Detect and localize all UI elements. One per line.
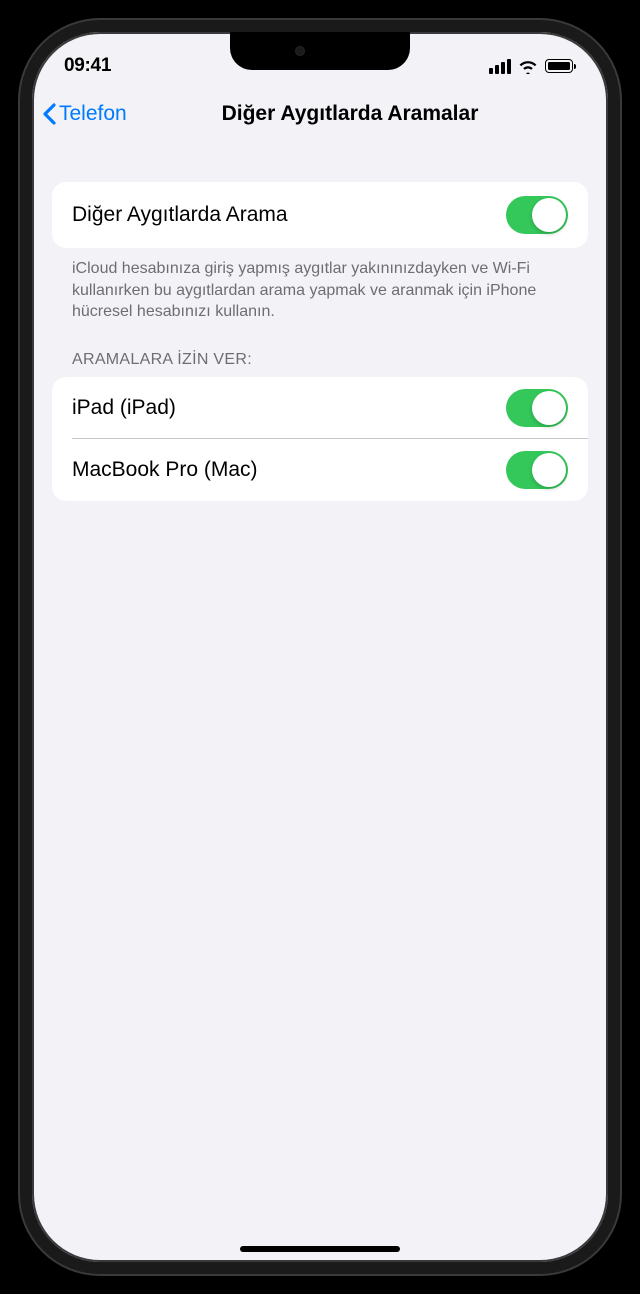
calls-on-other-devices-toggle[interactable] <box>506 196 568 234</box>
back-label: Telefon <box>59 102 127 126</box>
toggle-knob <box>532 198 566 232</box>
home-indicator[interactable] <box>240 1246 400 1252</box>
status-icons <box>489 59 576 74</box>
chevron-left-icon <box>42 102 57 126</box>
notch <box>230 32 410 70</box>
battery-icon <box>545 59 576 73</box>
status-time: 09:41 <box>64 55 111 77</box>
device-row-macbook[interactable]: MacBook Pro (Mac) <box>52 439 588 501</box>
toggle-knob <box>532 391 566 425</box>
devices-group: iPad (iPad) MacBook Pro (Mac) <box>52 377 588 501</box>
wifi-icon <box>518 59 538 74</box>
settings-content: Diğer Aygıtlarda Arama iCloud hesabınıza… <box>32 142 608 1262</box>
cellular-signal-icon <box>489 59 511 74</box>
device-row-ipad[interactable]: iPad (iPad) <box>52 377 588 439</box>
footer-description: iCloud hesabınıza giriş yapmış aygıtlar … <box>52 248 588 323</box>
calls-on-other-devices-label: Diğer Aygıtlarda Arama <box>72 203 288 227</box>
front-camera <box>295 46 305 56</box>
calls-on-other-devices-row[interactable]: Diğer Aygıtlarda Arama <box>52 182 588 248</box>
device-label: iPad (iPad) <box>72 396 176 420</box>
allow-calls-header: ARAMALARA İZİN VER: <box>52 323 588 377</box>
navigation-bar: Telefon Diğer Aygıtlarda Aramalar <box>32 86 608 142</box>
phone-frame: 09:41 Telefon Diğer Ay <box>20 20 620 1274</box>
device-toggle-ipad[interactable] <box>506 389 568 427</box>
device-toggle-macbook[interactable] <box>506 451 568 489</box>
main-toggle-group: Diğer Aygıtlarda Arama <box>52 182 588 248</box>
back-button[interactable]: Telefon <box>42 102 127 126</box>
device-label: MacBook Pro (Mac) <box>72 458 258 482</box>
toggle-knob <box>532 453 566 487</box>
